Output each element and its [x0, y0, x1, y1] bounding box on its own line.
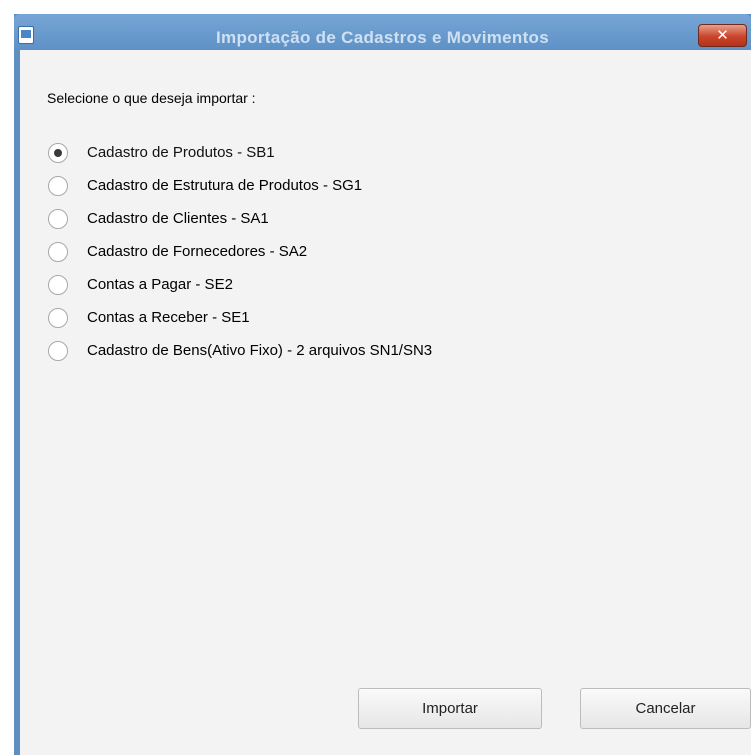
option-label: Cadastro de Produtos - SB1 — [87, 144, 275, 161]
import-button[interactable]: Importar — [358, 688, 542, 729]
option-label: Cadastro de Bens(Ativo Fixo) - 2 arquivo… — [87, 342, 433, 359]
option-label: Cadastro de Fornecedores - SA2 — [87, 243, 308, 260]
option-label: Cadastro de Estrutura de Produtos - SG1 — [87, 177, 363, 194]
option-ativo-fixo[interactable]: Cadastro de Bens(Ativo Fixo) - 2 arquivo… — [48, 334, 432, 367]
radio-button[interactable] — [48, 241, 68, 262]
cancel-button[interactable]: Cancelar — [580, 688, 751, 729]
option-contas-pagar[interactable]: Contas a Pagar - SE2 — [48, 268, 432, 301]
import-prompt: Selecione o que deseja importar : — [47, 90, 256, 106]
option-estrutura-produtos[interactable]: Cadastro de Estrutura de Produtos - SG1 — [48, 169, 432, 202]
import-options: Cadastro de Produtos - SB1 Cadastro de E… — [48, 136, 432, 367]
window-title: Importação de Cadastros e Movimentos — [216, 28, 549, 47]
radio-button[interactable] — [48, 175, 68, 196]
radio-button[interactable] — [48, 208, 68, 229]
option-fornecedores[interactable]: Cadastro de Fornecedores - SA2 — [48, 235, 432, 268]
close-button[interactable]: ✕ — [698, 24, 747, 47]
option-clientes[interactable]: Cadastro de Clientes - SA1 — [48, 202, 432, 235]
option-label: Contas a Pagar - SE2 — [87, 276, 233, 293]
radio-button-selected[interactable] — [48, 142, 68, 163]
radio-button[interactable] — [48, 340, 68, 361]
option-cadastro-produtos[interactable]: Cadastro de Produtos - SB1 — [48, 136, 432, 169]
title-bar[interactable]: Importação de Cadastros e Movimentos ✕ — [14, 14, 751, 50]
radio-button[interactable] — [48, 307, 68, 328]
option-label: Contas a Receber - SE1 — [87, 309, 250, 326]
option-label: Cadastro de Clientes - SA1 — [87, 210, 269, 227]
radio-button[interactable] — [48, 274, 68, 295]
option-contas-receber[interactable]: Contas a Receber - SE1 — [48, 301, 432, 334]
